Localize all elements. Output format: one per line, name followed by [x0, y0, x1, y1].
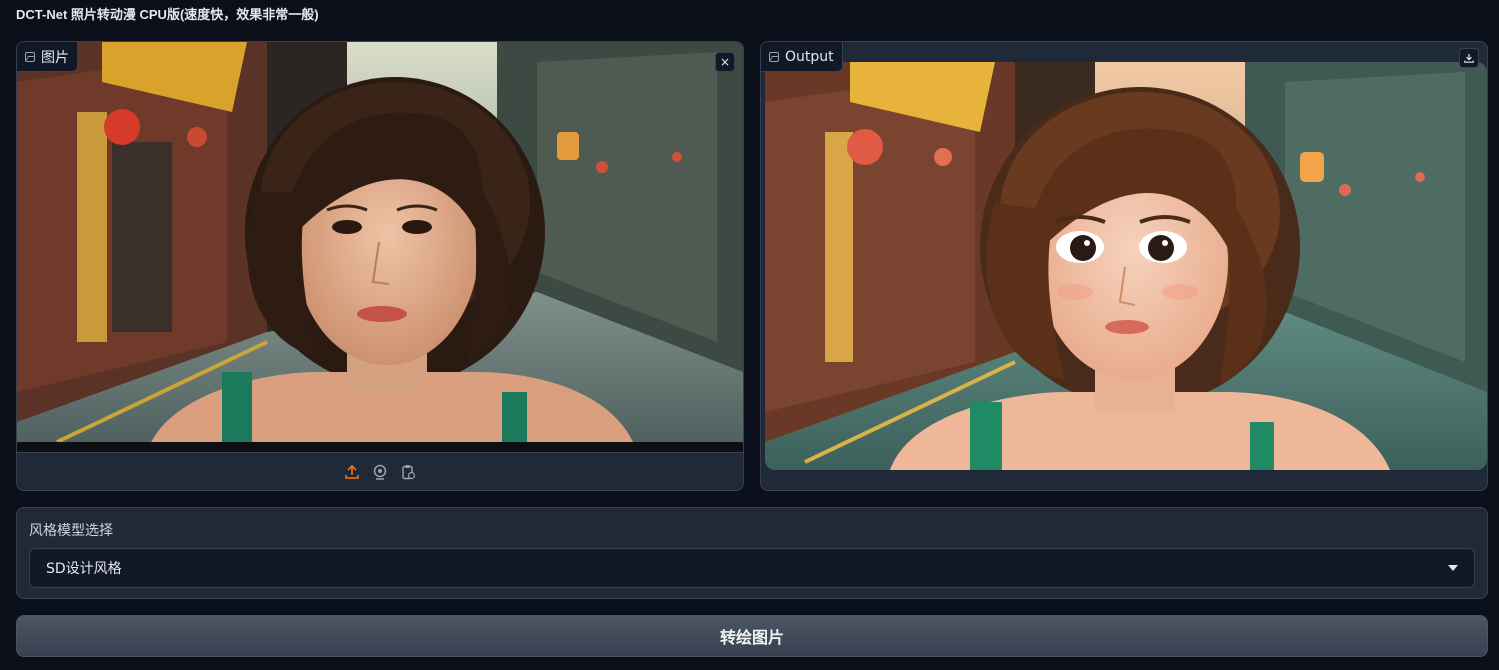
- style-model-selected: SD设计风格: [46, 561, 122, 577]
- close-icon: ×: [719, 55, 731, 69]
- style-model-label: 风格模型选择: [29, 523, 113, 539]
- download-icon: [1464, 53, 1474, 63]
- input-label-text: 图片: [41, 49, 69, 66]
- source-selector: [17, 452, 743, 490]
- style-model-panel: 风格模型选择 SD设计风格: [16, 507, 1488, 599]
- output-image-panel: Output: [760, 41, 1488, 491]
- output-photo-graphic: [765, 62, 1487, 470]
- download-button[interactable]: [1459, 48, 1479, 68]
- upload-icon: [345, 464, 359, 479]
- chevron-down-icon: [1448, 565, 1458, 571]
- output-photo: [765, 62, 1487, 470]
- input-image-label: 图片: [17, 42, 78, 72]
- output-label-text: Output: [785, 48, 834, 65]
- input-photo[interactable]: [17, 42, 743, 452]
- input-photo-graphic: [17, 42, 743, 452]
- clear-image-button[interactable]: ×: [715, 52, 735, 72]
- output-image-label: Output: [761, 42, 843, 72]
- page-title: DCT-Net 照片转动漫 CPU版(速度快，效果非常一般): [16, 7, 319, 22]
- convert-image-button[interactable]: 转绘图片: [16, 615, 1488, 657]
- clipboard-icon: [402, 464, 416, 479]
- input-image-panel[interactable]: 图片 ×: [16, 41, 744, 491]
- clipboard-button[interactable]: [400, 464, 416, 480]
- image-icon: [25, 51, 35, 62]
- image-icon: [769, 51, 779, 62]
- upload-button[interactable]: [344, 464, 360, 480]
- webcam-icon: [373, 464, 387, 480]
- webcam-button[interactable]: [372, 464, 388, 480]
- style-model-dropdown[interactable]: SD设计风格: [29, 548, 1475, 588]
